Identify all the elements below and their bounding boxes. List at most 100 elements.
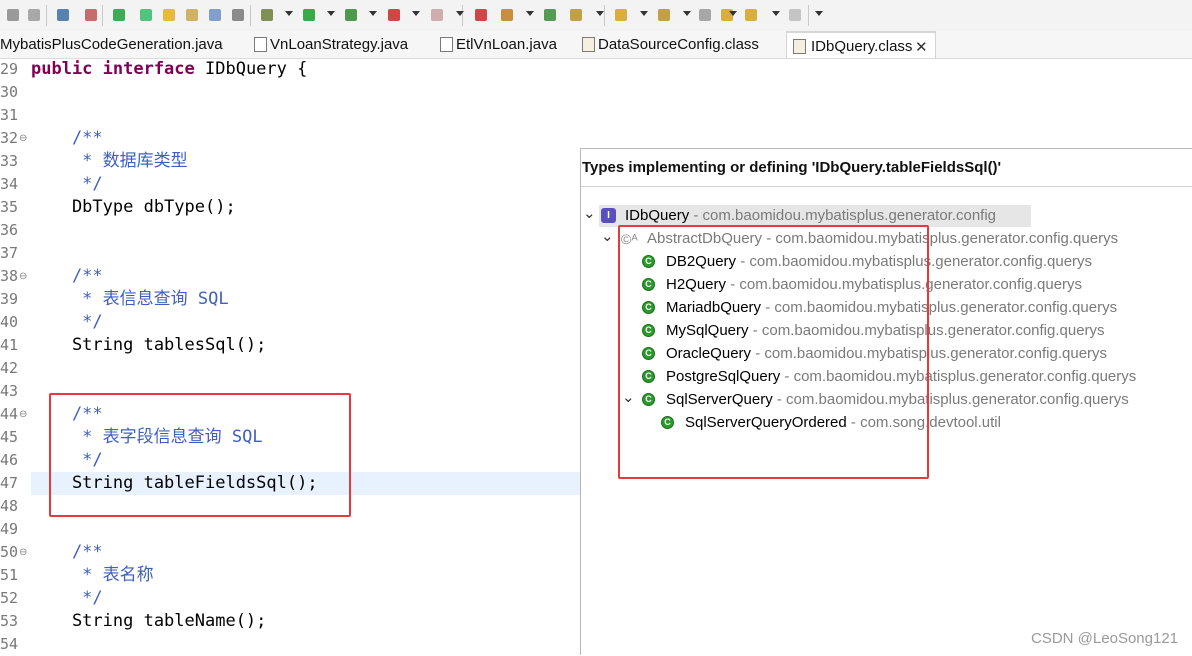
toolbar-separator bbox=[102, 5, 103, 26]
line-number: 35 bbox=[0, 198, 19, 216]
editor-tab[interactable]: VnLoanStrategy.java bbox=[252, 31, 422, 58]
external-tools-icon[interactable] bbox=[385, 6, 403, 24]
fold-toggle-icon[interactable]: ⊖ bbox=[19, 409, 27, 420]
toolbar-separator bbox=[808, 5, 809, 26]
build-icon[interactable] bbox=[428, 6, 446, 24]
run-icon[interactable] bbox=[300, 6, 318, 24]
chevron-down-icon[interactable] bbox=[369, 11, 377, 16]
code-line[interactable]: String tableName(); bbox=[31, 610, 266, 633]
new-java-class-icon[interactable] bbox=[498, 6, 516, 24]
chevron-down-icon[interactable] bbox=[285, 11, 293, 16]
chevron-down-icon[interactable] bbox=[412, 11, 420, 16]
code-editor[interactable]: 29 public interface IDbQuery {30 31 32 ⊖ /**… bbox=[0, 58, 580, 655]
chevron-down-icon[interactable] bbox=[683, 11, 691, 16]
chevron-down-icon[interactable] bbox=[526, 11, 534, 16]
chevron-down-icon[interactable] bbox=[815, 11, 823, 16]
line-number: 30 bbox=[0, 83, 19, 101]
code-line[interactable]: String tablesSql(); bbox=[31, 334, 266, 357]
open-task-icon[interactable] bbox=[567, 6, 585, 24]
code-token: String tablesSql(); bbox=[31, 335, 267, 355]
stop-icon[interactable] bbox=[110, 6, 128, 24]
last-edit-location-icon[interactable] bbox=[696, 6, 714, 24]
code-line[interactable]: */ bbox=[31, 587, 103, 610]
next-annotation-icon[interactable] bbox=[612, 6, 630, 24]
code-line[interactable]: */ bbox=[31, 173, 103, 196]
chevron-down-icon[interactable]: ⌄ bbox=[583, 202, 596, 224]
tab-label: VnLoanStrategy.java bbox=[270, 36, 409, 53]
code-line[interactable]: * 表信息查询 SQL bbox=[31, 288, 229, 311]
console-icon[interactable] bbox=[54, 6, 72, 24]
tab-label: DataSourceConfig.class bbox=[598, 36, 759, 53]
debug-icon[interactable] bbox=[258, 6, 276, 24]
interface-icon: I bbox=[601, 208, 616, 223]
class-file-icon bbox=[793, 39, 806, 54]
line-number: 42 bbox=[0, 359, 19, 377]
open-type-icon[interactable] bbox=[541, 6, 559, 24]
forward-icon[interactable] bbox=[742, 6, 760, 24]
line-number: 48 bbox=[0, 497, 19, 515]
chevron-down-icon[interactable] bbox=[640, 11, 648, 16]
code-token: /** bbox=[31, 266, 103, 286]
save-all-icon[interactable] bbox=[25, 6, 43, 24]
code-token: */ bbox=[31, 174, 103, 194]
code-line[interactable]: public interface IDbQuery { bbox=[31, 58, 307, 81]
code-token: DbType dbType(); bbox=[31, 197, 236, 217]
line-number: 34 bbox=[0, 175, 19, 193]
word-wrap-icon[interactable] bbox=[206, 6, 224, 24]
pin-editor-icon[interactable] bbox=[786, 6, 804, 24]
code-token: String tableName(); bbox=[31, 611, 267, 631]
editor-tab-bar: MybatisPlusCodeGeneration.java VnLoanStra… bbox=[0, 31, 1192, 59]
editor-tab[interactable]: EtlVnLoan.java bbox=[438, 31, 568, 58]
code-line[interactable]: /** bbox=[31, 265, 103, 288]
toggle-highlight-icon[interactable] bbox=[160, 6, 178, 24]
popup-divider bbox=[581, 186, 1192, 187]
tree-node-idbquery[interactable]: ⌄ I IDbQuery - com.baomidou.mybatisplus.ge… bbox=[583, 204, 1031, 227]
line-number: 45 bbox=[0, 428, 19, 446]
java-file-icon bbox=[254, 37, 267, 52]
editor-tab[interactable]: IDbQuery.class ✕ bbox=[786, 31, 936, 58]
new-java-package-icon[interactable] bbox=[472, 6, 490, 24]
save-icon[interactable] bbox=[4, 6, 22, 24]
previous-annotation-icon[interactable] bbox=[655, 6, 673, 24]
editor-tab[interactable]: MybatisPlusCodeGeneration.java bbox=[0, 31, 236, 58]
class-file-icon bbox=[582, 37, 595, 52]
block-selection-icon[interactable] bbox=[183, 6, 201, 24]
line-number: 46 bbox=[0, 451, 19, 469]
chevron-down-icon[interactable]: ⌄ bbox=[601, 225, 614, 247]
code-line[interactable]: * 表名称 bbox=[31, 564, 153, 587]
popup-title: Types implementing or defining 'IDbQuery… bbox=[582, 159, 1002, 176]
code-token: * 表信息查询 SQL bbox=[31, 289, 229, 309]
line-number: 31 bbox=[0, 106, 19, 124]
line-number: 33 bbox=[0, 152, 19, 170]
fold-toggle-icon[interactable]: ⊖ bbox=[19, 133, 27, 144]
code-line[interactable]: * 数据库类型 bbox=[31, 150, 187, 173]
show-whitespace-icon[interactable] bbox=[229, 6, 247, 24]
line-number: 39 bbox=[0, 290, 19, 308]
chevron-down-icon[interactable] bbox=[772, 11, 780, 16]
fold-toggle-icon[interactable]: ⊖ bbox=[19, 547, 27, 558]
chevron-down-icon[interactable] bbox=[327, 11, 335, 16]
line-number: 36 bbox=[0, 221, 19, 239]
code-line[interactable]: /** bbox=[31, 541, 103, 564]
skip-breakpoints-icon[interactable] bbox=[82, 6, 100, 24]
code-token: */ bbox=[31, 588, 103, 608]
code-line[interactable]: */ bbox=[31, 311, 102, 334]
line-number: 41 bbox=[0, 336, 19, 354]
chevron-down-icon[interactable] bbox=[596, 11, 604, 16]
line-number: 52 bbox=[0, 589, 19, 607]
line-number: 37 bbox=[0, 244, 19, 262]
coverage-icon[interactable] bbox=[342, 6, 360, 24]
line-number: 54 bbox=[0, 635, 19, 653]
chevron-down-icon[interactable] bbox=[456, 11, 464, 16]
line-number: 43 bbox=[0, 382, 19, 400]
fold-toggle-icon[interactable]: ⊖ bbox=[19, 271, 27, 282]
code-line[interactable]: /** bbox=[31, 127, 103, 150]
watermark: CSDN @LeoSong121 bbox=[1031, 630, 1178, 647]
code-line[interactable]: DbType dbType(); bbox=[31, 196, 236, 219]
close-icon[interactable]: ✕ bbox=[915, 33, 928, 61]
chevron-down-icon[interactable] bbox=[729, 11, 737, 16]
editor-tab[interactable]: DataSourceConfig.class bbox=[580, 31, 772, 58]
type-package: - com.baomidou.mybatisplus.generator.con… bbox=[689, 207, 997, 224]
toggle-mark-icon[interactable] bbox=[137, 6, 155, 24]
tab-label: EtlVnLoan.java bbox=[456, 36, 557, 53]
